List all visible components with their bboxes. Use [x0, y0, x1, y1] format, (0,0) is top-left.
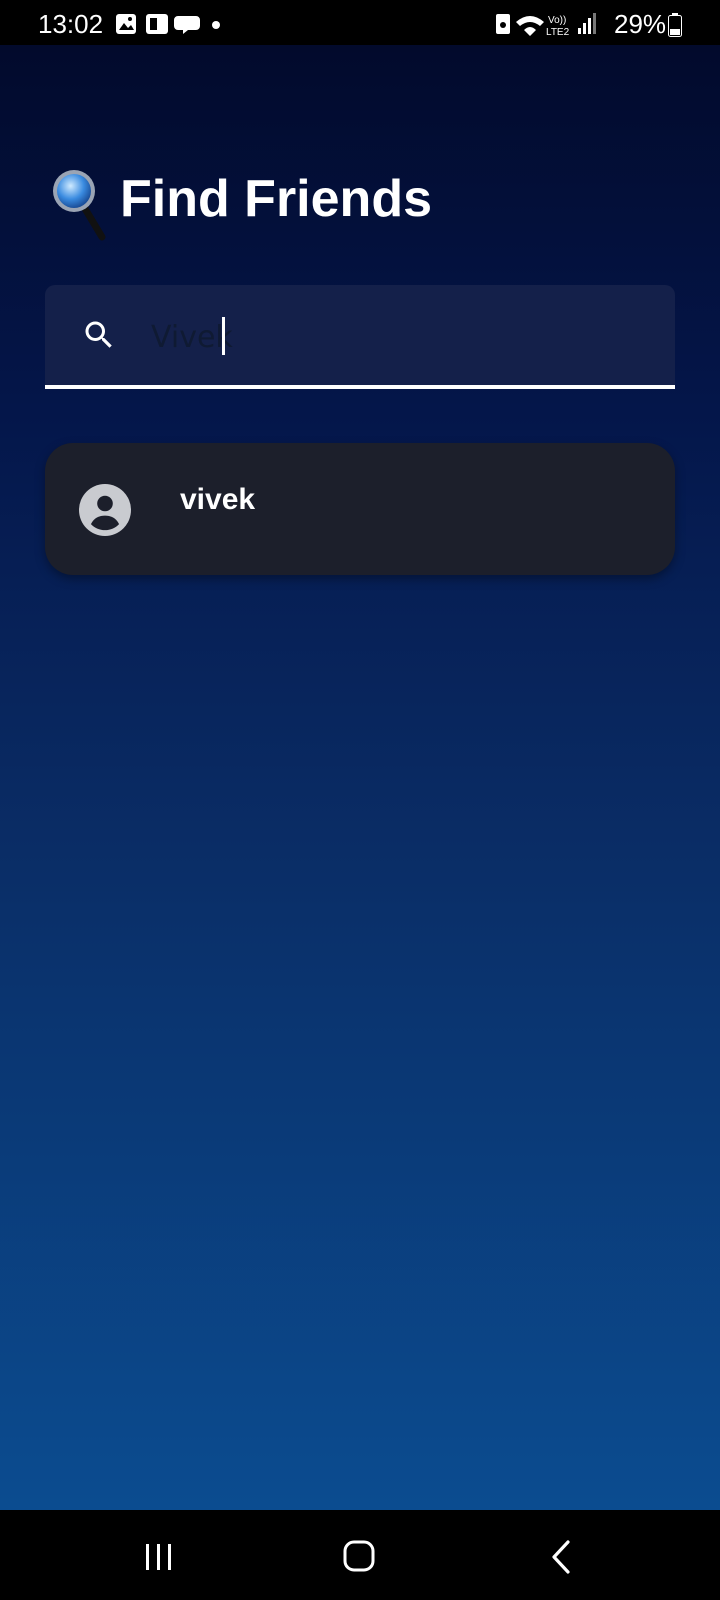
battery-icon — [668, 13, 682, 37]
more-notifications-dot — [212, 21, 220, 29]
system-navigation-bar — [0, 1510, 720, 1600]
system-status-icons: Vo)) LTE2 — [496, 13, 596, 38]
gallery-notification-icon — [116, 14, 136, 34]
chat-notification-icon — [174, 16, 200, 34]
volte-icon: Vo)) — [548, 15, 566, 26]
account-circle-icon — [79, 484, 131, 536]
svg-text:LTE2: LTE2 — [546, 27, 570, 38]
notification-icons — [116, 14, 220, 34]
status-bar: 13:02 Vo)) LTE2 29% — [0, 0, 720, 45]
wifi-icon — [516, 16, 544, 36]
recents-icon[interactable] — [134, 1532, 184, 1582]
search-icon — [85, 321, 112, 348]
signal-icon — [578, 13, 596, 34]
status-time: 13:02 — [38, 9, 104, 39]
friend-name: vivek — [180, 483, 256, 516]
back-icon[interactable] — [538, 1532, 588, 1582]
battery-percent: 29% — [614, 9, 667, 39]
find-friends-screen: Find Friends vivek — [0, 45, 720, 1510]
search-field[interactable] — [45, 285, 675, 389]
text-caret — [222, 317, 225, 355]
home-icon[interactable] — [335, 1532, 385, 1582]
magnifying-glass-icon — [53, 170, 106, 241]
list-item[interactable]: vivek — [45, 443, 675, 575]
page-title: Find Friends — [120, 170, 432, 228]
